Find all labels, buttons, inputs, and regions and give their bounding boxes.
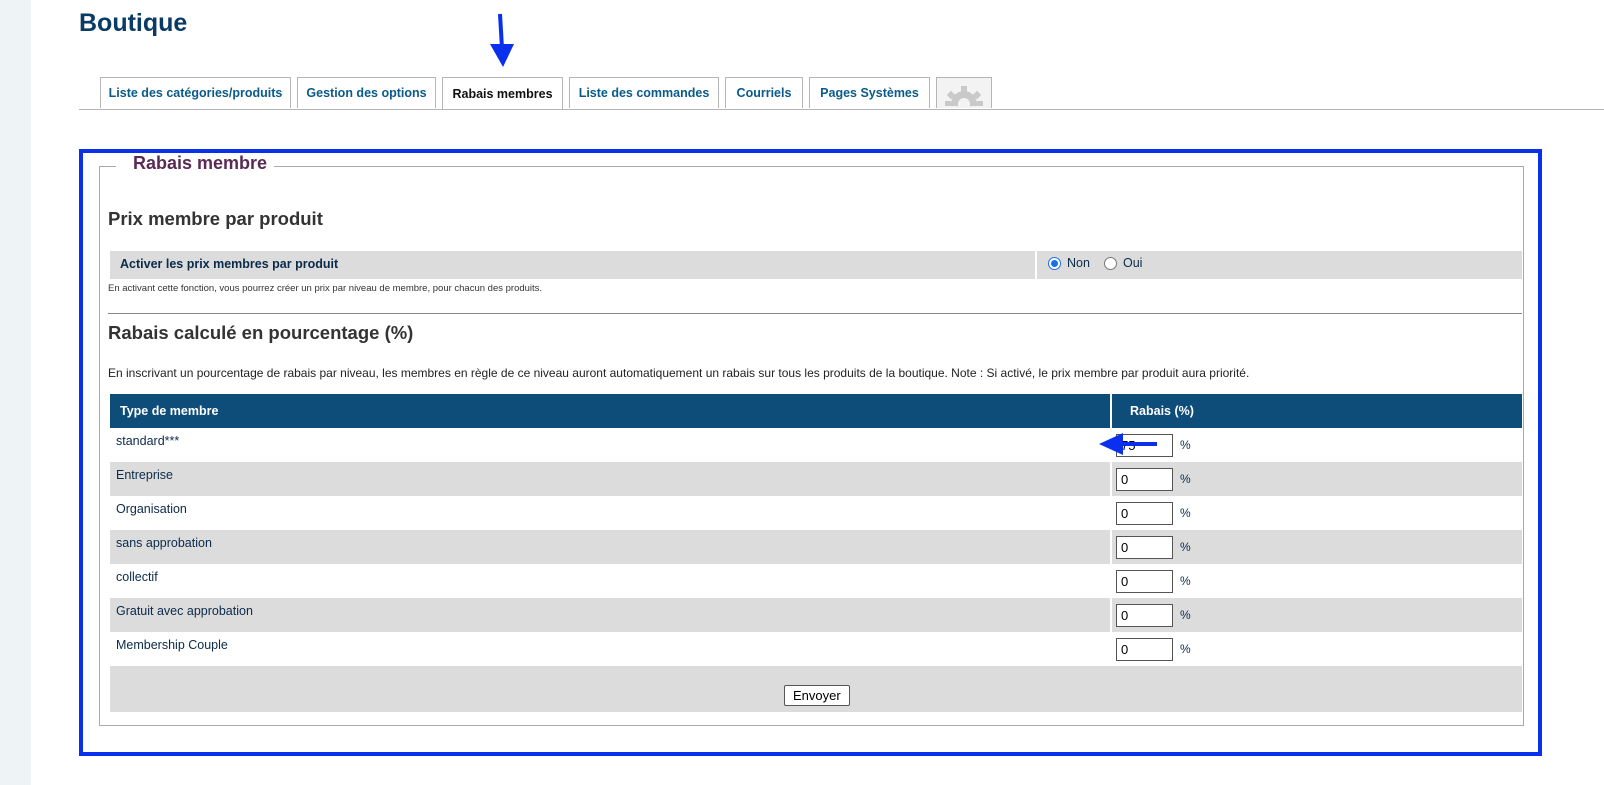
column-divider — [1110, 598, 1112, 632]
section-divider — [108, 313, 1522, 314]
discount-input-sans-approbation[interactable] — [1116, 536, 1173, 559]
activate-note: En activant cette fonction, vous pourrez… — [108, 283, 543, 294]
tab-settings[interactable] — [936, 77, 992, 108]
tab-orders[interactable]: Liste des commandes — [569, 77, 719, 108]
discount-input-gratuit[interactable] — [1116, 604, 1173, 627]
column-divider — [1110, 632, 1112, 666]
tab-options[interactable]: Gestion des options — [297, 77, 436, 108]
column-header-discount: Rabais (%) — [1130, 404, 1194, 418]
activate-member-price-row: Activer les prix membres par produit Non… — [110, 251, 1522, 279]
table-row: Membership Couple % — [110, 632, 1522, 666]
annotation-arrow-left-icon — [1099, 433, 1157, 455]
table-row: standard*** % — [110, 428, 1522, 462]
column-header-member-type: Type de membre — [120, 404, 219, 418]
tabs-baseline — [79, 109, 1604, 110]
percent-unit: % — [1180, 574, 1191, 588]
table-row: Entreprise % — [110, 462, 1522, 496]
tab-system-pages[interactable]: Pages Systèmes — [809, 77, 930, 108]
annotation-arrow-down-icon — [490, 13, 514, 67]
discount-input-entreprise[interactable] — [1116, 468, 1173, 491]
discount-input-organisation[interactable] — [1116, 502, 1173, 525]
fieldset-legend: Rabais membre — [133, 153, 268, 173]
member-type-name: Organisation — [116, 502, 187, 516]
tab-categories-products[interactable]: Liste des catégories/produits — [100, 77, 291, 108]
percent-unit: % — [1180, 540, 1191, 554]
tab-member-discounts[interactable]: Rabais membres — [442, 77, 563, 110]
radio-oui-label: Oui — [1123, 256, 1143, 270]
table-header: Type de membre Rabais (%) — [110, 394, 1522, 428]
table-footer: Envoyer — [110, 666, 1522, 712]
member-type-name: Entreprise — [116, 468, 173, 482]
radio-non[interactable]: Non — [1048, 256, 1090, 270]
percent-unit: % — [1180, 608, 1191, 622]
column-divider — [1110, 462, 1112, 496]
page-title: Boutique — [79, 9, 188, 37]
percent-unit: % — [1180, 438, 1191, 452]
radio-oui-indicator[interactable] — [1104, 256, 1117, 270]
table-row: collectif % — [110, 564, 1522, 598]
member-type-name: sans approbation — [116, 536, 212, 550]
percent-unit: % — [1180, 642, 1191, 656]
submit-button[interactable]: Envoyer — [784, 685, 850, 706]
radio-non-label: Non — [1067, 256, 1090, 270]
percent-unit: % — [1180, 506, 1191, 520]
activate-member-price-label: Activer les prix membres par produit — [120, 257, 339, 271]
member-type-name: standard*** — [116, 434, 180, 448]
member-type-name: Gratuit avec approbation — [116, 604, 253, 618]
tab-emails[interactable]: Courriels — [725, 77, 803, 108]
member-type-name: collectif — [116, 570, 158, 584]
radio-non-indicator[interactable] — [1048, 256, 1061, 270]
column-divider — [1035, 251, 1037, 279]
column-divider — [1110, 564, 1112, 598]
table-row: Organisation % — [110, 496, 1522, 530]
gear-icon — [945, 86, 983, 106]
column-divider — [1110, 394, 1112, 428]
left-margin-strip — [0, 0, 31, 785]
percent-unit: % — [1180, 472, 1191, 486]
discount-table: Type de membre Rabais (%) standard*** % … — [110, 394, 1522, 712]
column-divider — [1110, 496, 1112, 530]
section-heading-product-price: Prix membre par produit — [108, 208, 323, 229]
radio-oui[interactable]: Oui — [1104, 256, 1142, 270]
member-type-name: Membership Couple — [116, 638, 228, 652]
table-row: sans approbation % — [110, 530, 1522, 564]
discount-input-membership-couple[interactable] — [1116, 638, 1173, 661]
section-heading-percent-discount: Rabais calculé en pourcentage (%) — [108, 322, 414, 343]
percent-discount-description: En inscrivant un pourcentage de rabais p… — [108, 366, 1250, 380]
discount-input-collectif[interactable] — [1116, 570, 1173, 593]
column-divider — [1110, 530, 1112, 564]
table-row: Gratuit avec approbation % — [110, 598, 1522, 632]
